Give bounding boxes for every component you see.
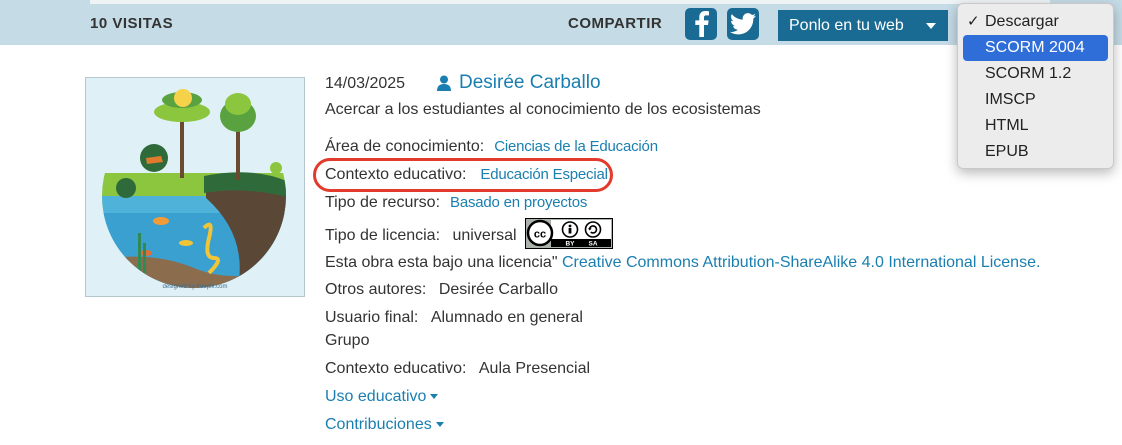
other-authors-row: Otros autores: Desirée Carballo (325, 281, 558, 299)
other-authors-value: Desirée Carballo (438, 281, 558, 298)
resource-type-row: Tipo de recurso: Basado en proyectos (325, 194, 587, 212)
edu-context2-value: Aula Presencial (478, 360, 591, 377)
visits-counter: 10 VISITAS (90, 15, 174, 32)
end-user-label: Usuario final: (325, 309, 419, 326)
edu-use-toggle[interactable]: Uso educativo (325, 388, 439, 406)
publish-date: 14/03/2025 (325, 75, 406, 92)
menu-item-imscp[interactable]: IMSCP (963, 87, 1108, 113)
edu-context-label: Contexto educativo: (325, 166, 467, 183)
resource-thumbnail: designed by freepik.com (85, 77, 305, 297)
top-strip (90, 0, 1050, 4)
twitter-icon (730, 13, 756, 35)
resource-type-label: Tipo de recurso: (325, 194, 441, 211)
menu-item-scorm-2004[interactable]: SCORM 2004 (963, 35, 1108, 61)
end-user-row: Usuario final: Alumnado en general (325, 309, 583, 327)
edu-context-link[interactable]: Educación Especial (480, 166, 608, 183)
other-authors-label: Otros autores: (325, 281, 427, 298)
edu-context-row: Contexto educativo: Educación Especial (325, 166, 608, 184)
share-label: COMPARTIR (568, 15, 663, 32)
edu-context2-row: Contexto educativo: Aula Presencial (325, 360, 590, 378)
menu-item-html[interactable]: HTML (963, 113, 1108, 139)
user-icon (437, 75, 451, 91)
caret-down-icon (435, 422, 444, 428)
top-bar: 10 VISITAS COMPARTIR Ponlo en tu web (0, 0, 1122, 45)
menu-item-label: Descargar (985, 13, 1059, 30)
menu-item-descargar[interactable]: ✓ Descargar (963, 9, 1108, 35)
twitter-share-button[interactable] (727, 8, 759, 40)
caret-down-icon (926, 23, 936, 29)
knowledge-area-link[interactable]: Ciencias de la Educación (494, 138, 658, 155)
menu-item-label: SCORM 2004 (985, 39, 1085, 56)
license-type-label: Tipo de licencia: (325, 227, 441, 244)
download-format-menu: ✓ Descargar SCORM 2004 SCORM 1.2 IMSCP H… (957, 3, 1114, 169)
svg-text:cc: cc (534, 229, 546, 241)
embed-button[interactable]: Ponlo en tu web (778, 10, 948, 41)
resource-type-link[interactable]: Basado en proyectos (450, 194, 587, 211)
facebook-icon (695, 11, 709, 37)
caret-down-icon (430, 394, 439, 400)
menu-item-label: HTML (985, 117, 1029, 134)
svg-text:BY: BY (565, 241, 575, 248)
author-link[interactable]: Desirée Carballo (437, 72, 601, 94)
menu-item-label: SCORM 1.2 (985, 65, 1072, 82)
knowledge-area-row: Área de conocimiento: Ciencias de la Educ… (325, 138, 658, 156)
cc-by-sa-badge[interactable]: cc BY SA (524, 218, 613, 254)
resource-description: Acercar a los estudiantes al conocimient… (325, 101, 761, 118)
facebook-share-button[interactable] (685, 8, 717, 40)
svg-text:SA: SA (588, 241, 597, 248)
menu-item-label: IMSCP (985, 91, 1036, 108)
group-label: Grupo (325, 332, 370, 349)
license-type-row: Tipo de licencia: universal cc BY SA (325, 218, 613, 254)
check-icon: ✓ (967, 13, 980, 30)
contributions-toggle[interactable]: Contribuciones (325, 416, 444, 434)
license-text-prefix: Esta obra esta bajo una licencia" (325, 254, 558, 271)
license-text-row: Esta obra esta bajo una licencia" Creati… (325, 254, 1040, 272)
contributions-label: Contribuciones (325, 416, 432, 433)
license-link[interactable]: Creative Commons Attribution-ShareAlike … (562, 254, 1040, 271)
end-user-value: Alumnado en general (430, 309, 583, 326)
menu-item-label: EPUB (985, 143, 1029, 160)
author-name: Desirée Carballo (459, 72, 601, 93)
menu-item-epub[interactable]: EPUB (963, 139, 1108, 165)
knowledge-area-label: Área de conocimiento: (325, 138, 485, 155)
license-type-value: universal (452, 227, 517, 244)
thumbnail-credit: designed by freepik.com (162, 284, 227, 290)
menu-item-scorm-1-2[interactable]: SCORM 1.2 (963, 61, 1108, 87)
edu-use-label: Uso educativo (325, 388, 427, 405)
embed-button-label: Ponlo en tu web (789, 17, 904, 34)
edu-context2-label: Contexto educativo: (325, 360, 467, 377)
ecosystem-illustration: designed by freepik.com (86, 78, 304, 296)
